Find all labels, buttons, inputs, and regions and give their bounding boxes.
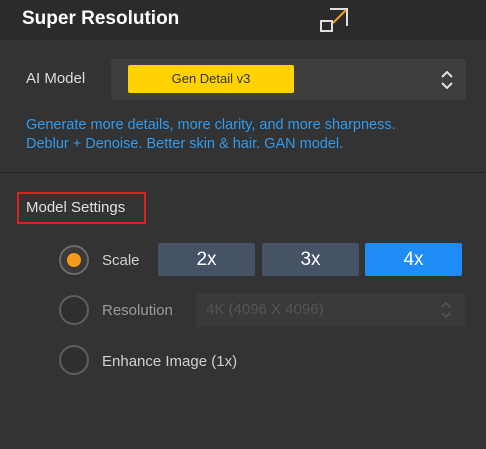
resolution-value: 4K (4096 X 4096) xyxy=(206,301,324,318)
chevron-up-down-icon xyxy=(441,70,453,90)
ai-model-select[interactable]: Gen Detail v3 xyxy=(111,59,466,100)
scale-2x-button[interactable]: 2x xyxy=(158,243,255,276)
description-line-1: Generate more details, more clarity, and… xyxy=(26,117,396,133)
enhance-image-label: Enhance Image (1x) xyxy=(102,353,238,370)
scale-4x-button[interactable]: 4x xyxy=(365,243,462,276)
description-line-2: Deblur + Denoise. Better skin & hair. GA… xyxy=(26,136,344,152)
scale-3x-button[interactable]: 3x xyxy=(262,243,359,276)
ai-model-label: AI Model xyxy=(26,70,86,87)
expand-diagonal-icon[interactable] xyxy=(319,7,349,33)
panel-title: Super Resolution xyxy=(22,8,180,29)
ai-model-selected-chip: Gen Detail v3 xyxy=(128,65,294,93)
scale-label: Scale xyxy=(102,252,140,269)
model-settings-title: Model Settings xyxy=(17,192,146,224)
enhance-image-radio[interactable] xyxy=(59,345,89,375)
chevron-up-down-icon xyxy=(441,301,451,319)
resolution-label: Resolution xyxy=(102,302,173,319)
resolution-select[interactable]: 4K (4096 X 4096) xyxy=(196,293,466,327)
scale-radio[interactable] xyxy=(59,245,89,275)
resolution-radio[interactable] xyxy=(59,295,89,325)
model-description: Generate more details, more clarity, and… xyxy=(26,116,471,154)
panel-header: Super Resolution xyxy=(0,0,486,40)
section-divider xyxy=(0,172,486,173)
